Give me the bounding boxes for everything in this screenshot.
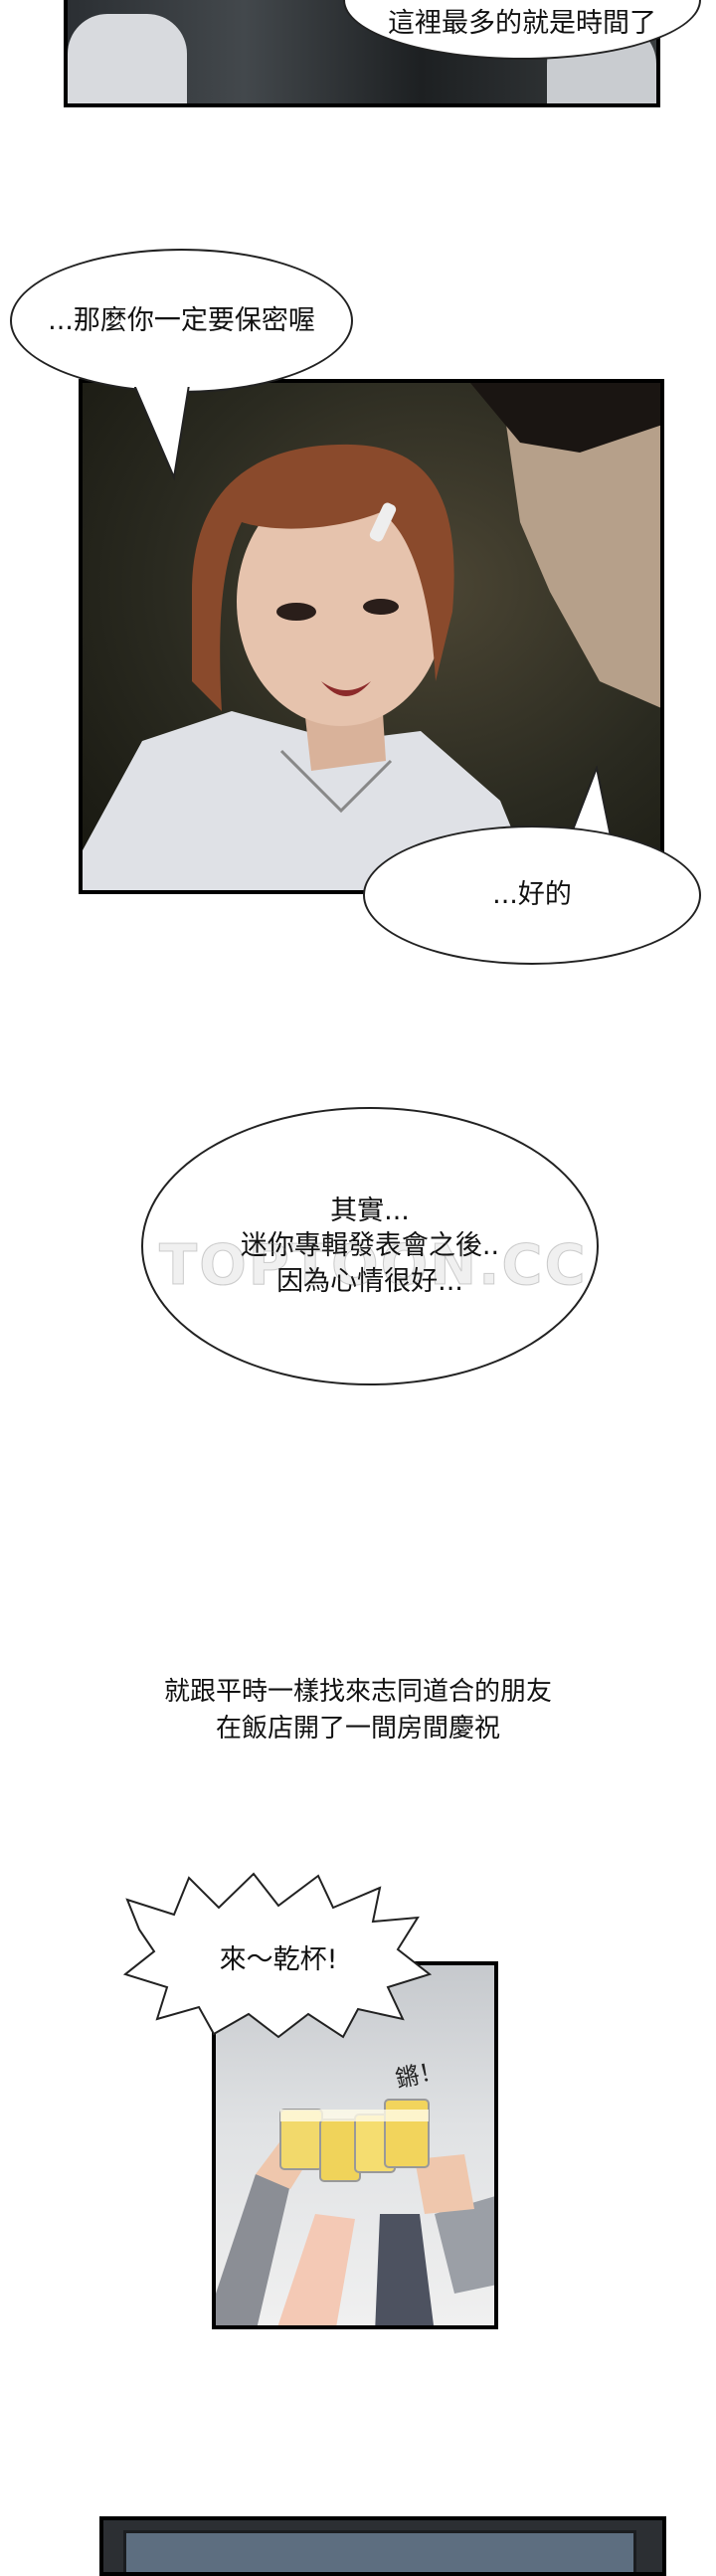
window-frame [123,2530,636,2572]
shout-text-cheers: 來～乾杯! [219,1944,338,1975]
speech-bubble-okay: ...好的 [363,826,701,965]
narration-text-actually: 其實... 迷你專輯發表會之後.. 因為心情很好... [240,1195,500,1297]
speech-bubble-keep-secret: ...那麼你一定要保密喔 [10,249,353,393]
narration-bubble-actually: 其實... 迷你專輯發表會之後.. 因為心情很好... [141,1107,599,1385]
panel-4-partial [99,2516,666,2576]
speech-text-top: 這裡最多的就是時間了 [388,8,656,40]
arm-left [216,2174,290,2325]
glass-foam [280,2110,429,2121]
woman-left-eye [276,603,316,621]
arm-middle [277,2214,355,2325]
speech-text-keep-secret: ...那麼你一定要保密喔 [48,304,315,336]
figure-left-shoulder [68,14,187,103]
woman-right-eye [363,599,399,615]
arm-right [375,2214,434,2325]
bubble-tail-keep-secret [133,383,191,481]
narration-caption: 就跟平時一樣找來志同道合的朋友 在飯店開了一間房間慶祝 [0,1636,716,1748]
narration-caption-text: 就跟平時一樣找來志同道合的朋友 在飯店開了一間房間慶祝 [163,1676,552,1745]
speech-text-okay: ...好的 [492,879,572,911]
